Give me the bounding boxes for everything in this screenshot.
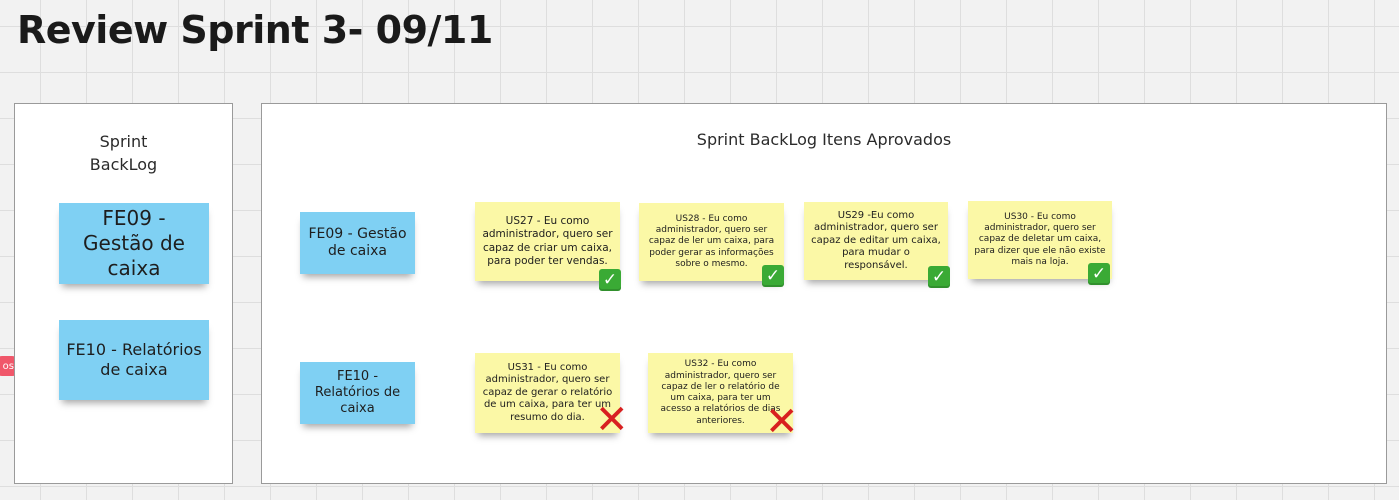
story-note-us28-text: US28 - Eu como administrador, quero ser … <box>648 213 775 269</box>
feature-note-fe10[interactable]: FE10 - Relatórios de caixa <box>300 362 415 424</box>
feature-note-fe09[interactable]: FE09 - Gestão de caixa <box>300 212 415 274</box>
feature-note-fe10-text: FE10 - Relatórios de caixa <box>66 340 202 379</box>
story-note-us30-text: US30 - Eu como administrador, quero ser … <box>974 211 1106 267</box>
sprint-backlog-title-line1: Sprint <box>99 132 148 151</box>
check-mark-icon: ✓ <box>762 265 784 287</box>
approved-items-frame[interactable]: Sprint BackLog Itens Aprovados FE09 - Ge… <box>261 103 1387 484</box>
story-note-us29[interactable]: US29 -Eu como administrador, quero ser c… <box>804 202 948 280</box>
approved-items-title: Sprint BackLog Itens Aprovados <box>696 130 952 149</box>
sprint-backlog-frame[interactable]: Sprint BackLog FE09 - Gestão de caixa FE… <box>14 103 233 484</box>
board-title: Review Sprint 3- 09/11 <box>17 8 493 52</box>
sprint-backlog-title: Sprint BackLog <box>15 130 232 176</box>
story-note-us27-text: US27 - Eu como administrador, quero ser … <box>482 215 613 267</box>
cross-mark-icon: ✕ <box>765 399 799 445</box>
story-note-us27[interactable]: US27 - Eu como administrador, quero ser … <box>475 202 620 281</box>
feature-note-fe09-text: FE09 - Gestão de caixa <box>308 225 407 260</box>
check-mark-icon: ✓ <box>928 266 950 288</box>
check-mark-icon: ✓ <box>1088 263 1110 285</box>
feature-note-fe09-text: FE09 - Gestão de caixa <box>83 206 185 280</box>
check-mark-icon: ✓ <box>599 269 621 291</box>
feature-note-fe10[interactable]: FE10 - Relatórios de caixa <box>59 320 209 400</box>
feature-note-fe10-text: FE10 - Relatórios de caixa <box>314 368 401 417</box>
sprint-backlog-title-line2: BackLog <box>89 155 158 174</box>
cross-mark-icon: ✕ <box>595 397 629 443</box>
story-note-us29-text: US29 -Eu como administrador, quero ser c… <box>811 209 941 271</box>
feature-note-fe09[interactable]: FE09 - Gestão de caixa <box>59 203 209 284</box>
